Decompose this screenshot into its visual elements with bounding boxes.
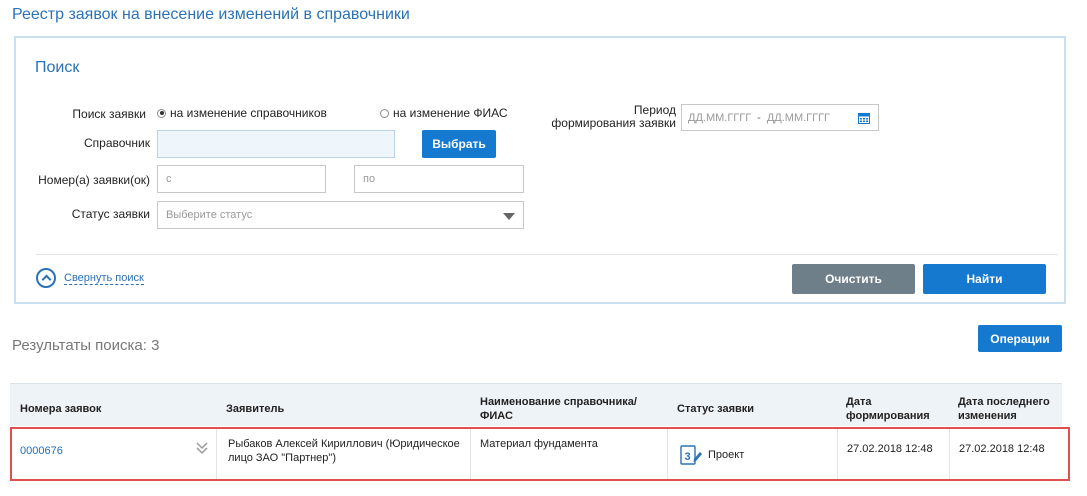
- svg-text:3: 3: [685, 451, 691, 463]
- column-header-status[interactable]: Статус заявки: [677, 402, 754, 416]
- calendar-icon[interactable]: [858, 112, 870, 124]
- find-button[interactable]: Найти: [923, 264, 1046, 294]
- column-divider: [949, 429, 950, 479]
- applicant-cell: Рыбаков Алексей Кириллович (Юридическое …: [228, 438, 460, 464]
- created-cell: 27.02.2018 12:48: [847, 443, 933, 455]
- search-panel: Поиск Поиск заявки на изменение справочн…: [14, 36, 1066, 304]
- date-to-placeholder: ДД.ММ.ГГГГ: [766, 111, 831, 124]
- search-title: Поиск: [35, 59, 80, 76]
- results-table: Номера заявок Заявитель Наименование спр…: [10, 383, 1070, 481]
- date-range-input[interactable]: ДД.ММ.ГГГГ - ДД.ММ.ГГГГ: [681, 104, 879, 131]
- table-row[interactable]: 0000676 Рыбаков Алексей Кириллович (Юрид…: [10, 427, 1070, 481]
- numbers-label: Номер(а) заявки(ок): [38, 173, 150, 187]
- column-header-directory[interactable]: Наименование справочника/ ФИАС: [480, 395, 650, 423]
- column-header-modified[interactable]: Дата последнего изменения: [958, 395, 1058, 423]
- period-label-line2: формирования заявки: [551, 116, 676, 130]
- radio-directories[interactable]: на изменение справочников: [157, 106, 327, 120]
- collapse-search-link[interactable]: Свернуть поиск: [64, 272, 144, 285]
- column-header-applicant[interactable]: Заявитель: [226, 402, 284, 416]
- column-divider: [667, 429, 668, 479]
- status-label: Статус заявки: [71, 207, 150, 221]
- divider: [36, 254, 1058, 255]
- column-divider: [470, 429, 471, 479]
- request-search-label: Поиск заявки: [72, 107, 146, 121]
- status-select[interactable]: Выберите статус: [157, 201, 524, 229]
- request-number-link[interactable]: 0000676: [20, 444, 63, 458]
- number-from-input[interactable]: с: [157, 165, 326, 193]
- table-header: Номера заявок Заявитель Наименование спр…: [10, 383, 1062, 426]
- directory-field[interactable]: [157, 130, 395, 158]
- radio-directories-label: на изменение справочников: [170, 106, 327, 120]
- radio-dot: [380, 108, 389, 118]
- date-separator: -: [757, 111, 761, 124]
- period-label: Период формирования заявки: [546, 104, 676, 130]
- clear-button[interactable]: Очистить: [792, 264, 915, 294]
- collapse-search[interactable]: Свернуть поиск: [36, 268, 144, 288]
- column-divider: [216, 429, 217, 479]
- radio-fias-label: на изменение ФИАС: [393, 106, 508, 120]
- date-from-placeholder: ДД.ММ.ГГГГ: [688, 111, 752, 124]
- column-header-numbers[interactable]: Номера заявок: [20, 402, 101, 416]
- choose-button[interactable]: Выбрать: [422, 130, 496, 158]
- number-to-input[interactable]: по: [354, 165, 524, 193]
- status-select-placeholder: Выберите статус: [166, 209, 253, 221]
- chevron-up-icon[interactable]: [36, 268, 56, 288]
- operations-button[interactable]: Операции: [978, 325, 1062, 352]
- page-title: Реестр заявок на внесение изменений в сп…: [12, 6, 410, 23]
- directory-cell: Материал фундамента: [480, 438, 598, 450]
- column-header-created[interactable]: Дата формирования: [846, 395, 936, 423]
- double-chevron-down-icon[interactable]: [196, 441, 208, 455]
- chevron-down-icon: [503, 213, 515, 220]
- draft-document-icon: 3: [680, 445, 702, 465]
- directory-label: Справочник: [84, 136, 150, 150]
- radio-fias[interactable]: на изменение ФИАС: [380, 106, 508, 120]
- modified-cell: 27.02.2018 12:48: [959, 443, 1045, 455]
- column-divider: [837, 429, 838, 479]
- radio-dot-checked: [157, 108, 166, 118]
- status-cell: Проект: [708, 449, 745, 461]
- results-count: Результаты поиска: 3: [12, 337, 160, 354]
